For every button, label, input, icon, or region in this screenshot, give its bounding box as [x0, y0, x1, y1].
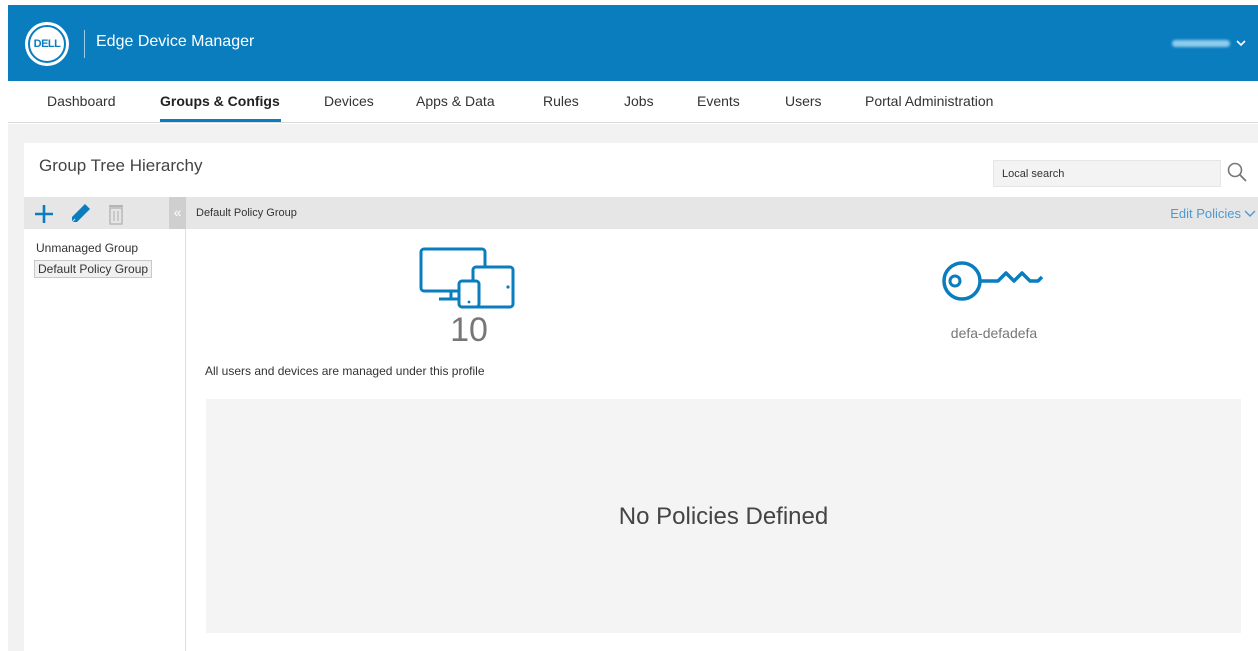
panel-title: Group Tree Hierarchy	[39, 156, 203, 175]
dell-logo[interactable]: DELL	[25, 22, 69, 66]
nav-dashboard[interactable]: Dashboard	[47, 93, 116, 109]
key-label: defa-defadefa	[950, 325, 1038, 341]
nav-rules[interactable]: Rules	[543, 93, 579, 109]
nav-jobs[interactable]: Jobs	[624, 93, 654, 109]
no-policies-message: No Policies Defined	[618, 503, 829, 530]
header-divider	[84, 30, 85, 58]
chevron-down-icon	[1244, 210, 1256, 217]
key-icon	[942, 261, 1044, 301]
nav-portal-administration[interactable]: Portal Administration	[865, 93, 993, 109]
nav-events[interactable]: Events	[697, 93, 740, 109]
nav-groups-configs[interactable]: Groups & Configs	[160, 93, 280, 109]
search-icon[interactable]	[1226, 161, 1248, 183]
devices-icon	[419, 247, 515, 309]
nav-apps-data[interactable]: Apps & Data	[416, 93, 495, 109]
nav-users[interactable]: Users	[785, 93, 822, 109]
group-detail-header: Default Policy Group Edit Policies	[186, 197, 1258, 229]
tree-item-unmanaged-group[interactable]: Unmanaged Group	[36, 241, 138, 255]
group-tree: Unmanaged Group Default Policy Group	[24, 229, 186, 651]
top-header-bar: DELL Edge Device Manager	[8, 5, 1258, 81]
chevron-down-icon	[1236, 40, 1246, 47]
edit-policies-label: Edit Policies	[1170, 206, 1241, 221]
tree-toolbar	[24, 197, 186, 229]
add-icon[interactable]	[32, 202, 56, 226]
local-search-input[interactable]	[993, 160, 1221, 187]
app-title: Edge Device Manager	[96, 33, 255, 50]
policies-area: No Policies Defined	[206, 399, 1241, 633]
edit-icon[interactable]	[68, 202, 92, 226]
active-tab-indicator	[160, 119, 281, 122]
dell-logo-text: DELL	[28, 25, 66, 63]
collapse-panel-button[interactable]: «	[169, 197, 186, 229]
profile-note: All users and devices are managed under …	[205, 364, 485, 378]
user-email-redacted	[1172, 39, 1230, 47]
selected-group-name: Default Policy Group	[196, 207, 297, 219]
tree-item-default-policy-group[interactable]: Default Policy Group	[34, 260, 153, 278]
main-nav: Dashboard Groups & Configs Devices Apps …	[8, 81, 1258, 123]
device-count: 10	[450, 311, 488, 349]
nav-devices[interactable]: Devices	[324, 93, 374, 109]
delete-icon[interactable]	[104, 202, 128, 226]
user-menu[interactable]	[1172, 38, 1246, 48]
edit-policies-button[interactable]: Edit Policies	[1170, 206, 1256, 221]
group-tree-panel: Group Tree Hierarchy « Unmanaged Group D…	[24, 143, 1258, 651]
